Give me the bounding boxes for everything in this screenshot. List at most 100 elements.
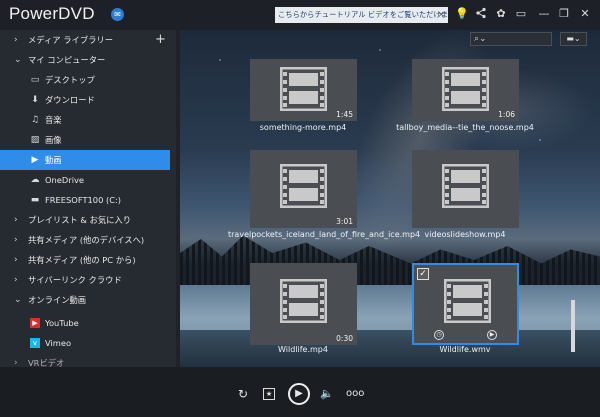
video-name[interactable]: videoslideshow.mp4	[390, 230, 540, 240]
sidebar-item-label: 共有メディア (他の PC から)	[28, 255, 136, 265]
sidebar-item-images[interactable]: ▨ 画像	[0, 130, 170, 150]
video-tile-wildlife-wmv[interactable]: ✓ ◷ ▶	[412, 263, 519, 345]
youtube-icon: ▶	[30, 318, 40, 328]
sidebar-item-label: デスクトップ	[45, 75, 95, 85]
film-icon	[280, 164, 327, 208]
sidebar-item-label: OneDrive	[45, 175, 85, 185]
sidebar-item-label: ダウンロード	[45, 95, 95, 105]
video-icon: ▶	[31, 155, 39, 165]
sidebar-item-label: 音楽	[45, 115, 62, 125]
music-icon: ♫	[30, 115, 40, 125]
sidebar-item-videos[interactable]: ▶ 動画	[0, 150, 170, 170]
video-name[interactable]: tallboy_media--tie_the_noose.mp4	[380, 123, 550, 133]
vimeo-icon: v	[30, 338, 40, 348]
settings-icon[interactable]: ✿	[494, 7, 508, 21]
player-bar: ↻ ★ ▶ 🔈 ooo	[0, 367, 600, 417]
more-options-icon[interactable]: ooo	[346, 387, 364, 401]
video-name[interactable]: Wildlife.wmv	[390, 345, 540, 355]
sidebar-item-my-computer[interactable]: ⌄ マイ コンピューター	[0, 50, 170, 70]
bulb-icon[interactable]: 💡	[455, 7, 469, 21]
video-name[interactable]: something-more.mp4	[228, 123, 378, 133]
chevron-right-icon: ›	[14, 255, 18, 265]
sidebar-item-onedrive[interactable]: ☁ OneDrive	[0, 170, 170, 190]
sidebar-item-label: VRビデオ	[28, 358, 65, 367]
video-tile-wildlife-mp4[interactable]: 0:30	[250, 263, 357, 345]
tutorial-notice[interactable]: こちらからチュートリアル ビデオをご覧いただけます。 ×	[275, 7, 448, 23]
search-icon: ⌕⌄	[474, 34, 487, 44]
chevron-right-icon: ›	[14, 358, 18, 367]
sidebar-item-online-video[interactable]: ⌄ オンライン動画	[0, 290, 170, 310]
film-icon	[442, 67, 489, 111]
duration-label: 0:30	[336, 334, 353, 343]
desktop-icon: ▭	[30, 75, 40, 85]
play-small-icon[interactable]: ▶	[487, 330, 497, 340]
minimize-icon[interactable]: —	[537, 7, 551, 21]
search-input[interactable]: ⌕⌄	[470, 32, 552, 46]
sidebar-item-label: 動画	[45, 155, 62, 165]
video-tile-videoslideshow[interactable]	[412, 150, 519, 228]
video-name[interactable]: travelpockets_iceland_land_of_fire_and_i…	[228, 230, 420, 240]
film-icon	[280, 67, 327, 111]
sidebar-item-label: Vimeo	[45, 338, 72, 348]
title-bar: PowerDVD ✉ こちらからチュートリアル ビデオをご覧いただけます。 × …	[0, 0, 600, 30]
sidebar-item-vimeo[interactable]: v Vimeo	[0, 333, 170, 353]
image-icon: ▨	[30, 135, 40, 145]
sidebar-item-cyberlink-cloud[interactable]: › サイバーリンク クラウド	[0, 270, 170, 290]
video-tile-travelpockets[interactable]: 3:01	[250, 150, 357, 228]
chevron-right-icon: ›	[14, 215, 18, 225]
sidebar-item-label: メディア ライブラリー	[28, 35, 114, 45]
film-icon	[280, 279, 327, 323]
sidebar-item-vr-video[interactable]: › VRビデオ	[0, 353, 170, 367]
video-tile-something-more[interactable]: 1:45	[250, 59, 357, 121]
duration-label: 1:06	[498, 110, 515, 119]
tutorial-notice-text[interactable]: こちらからチュートリアル ビデオをご覧いただけます。	[278, 10, 448, 19]
sidebar-item-label: 共有メディア (他のデバイスへ)	[28, 235, 145, 245]
chevron-down-icon: ⌄	[14, 295, 22, 305]
add-icon[interactable]: +	[155, 30, 166, 50]
chevron-right-icon: ›	[14, 235, 18, 245]
download-icon: ⬇	[31, 95, 39, 105]
sidebar-item-shared-pc[interactable]: › 共有メディア (他の PC から)	[0, 250, 170, 270]
folder-view-button[interactable]: ▬⌄	[560, 32, 587, 46]
app-title: PowerDVD	[9, 4, 95, 23]
film-icon	[442, 164, 489, 208]
sidebar-item-desktop[interactable]: ▭ デスクトップ	[0, 70, 170, 90]
notice-close-icon[interactable]: ×	[437, 7, 445, 23]
close-icon[interactable]: ✕	[578, 7, 592, 21]
sidebar-item-drive-c[interactable]: ▬ FREESOFT100 (C:)	[0, 190, 170, 210]
chevron-right-icon: ›	[14, 275, 18, 285]
video-name[interactable]: Wildlife.mp4	[228, 345, 378, 355]
sidebar-item-label: YouTube	[45, 318, 79, 328]
sidebar-item-label: マイ コンピューター	[28, 55, 106, 65]
sidebar-item-music[interactable]: ♫ 音楽	[0, 110, 170, 130]
media-grid: ⌕⌄ ▬⌄ 1:45 something-more.mp4 1:06 tallb…	[180, 30, 600, 367]
play-button[interactable]: ▶	[288, 383, 310, 405]
share-icon[interactable]	[474, 7, 488, 21]
sidebar-item-youtube[interactable]: ▶ YouTube	[0, 313, 170, 333]
sidebar-item-label: 画像	[45, 135, 62, 145]
display-icon[interactable]: ▭	[514, 7, 528, 21]
notification-badge-icon[interactable]: ✉	[111, 8, 124, 21]
powerdvd-window: PowerDVD ✉ こちらからチュートリアル ビデオをご覧いただけます。 × …	[0, 0, 600, 417]
favorite-icon[interactable]: ★	[263, 388, 275, 400]
sidebar: › メディア ライブラリー + ⌄ マイ コンピューター ▭ デスクトップ ⬇ …	[0, 30, 176, 367]
video-tile-tallboy[interactable]: 1:06	[412, 59, 519, 121]
duration-label: 3:01	[336, 217, 353, 226]
sidebar-item-playlist[interactable]: › プレイリスト & お気に入り	[0, 210, 170, 230]
sidebar-item-media-library[interactable]: › メディア ライブラリー +	[0, 30, 170, 50]
restore-icon[interactable]: ❐	[557, 7, 571, 21]
drive-icon: ▬	[30, 195, 40, 205]
volume-icon[interactable]: 🔈	[320, 387, 334, 401]
main-scrollbar[interactable]	[571, 300, 575, 352]
info-icon[interactable]: ◷	[434, 330, 444, 340]
sidebar-item-download[interactable]: ⬇ ダウンロード	[0, 90, 170, 110]
cloud-icon: ☁	[30, 175, 40, 185]
sidebar-item-shared-devices[interactable]: › 共有メディア (他のデバイスへ)	[0, 230, 170, 250]
chevron-right-icon: ›	[14, 35, 18, 45]
chevron-down-icon: ⌄	[14, 55, 22, 65]
sidebar-item-label: プレイリスト & お気に入り	[28, 215, 132, 225]
checkbox-checked-icon[interactable]: ✓	[417, 268, 429, 280]
repeat-icon[interactable]: ↻	[236, 387, 250, 401]
duration-label: 1:45	[336, 110, 353, 119]
sidebar-item-label: サイバーリンク クラウド	[28, 275, 122, 285]
